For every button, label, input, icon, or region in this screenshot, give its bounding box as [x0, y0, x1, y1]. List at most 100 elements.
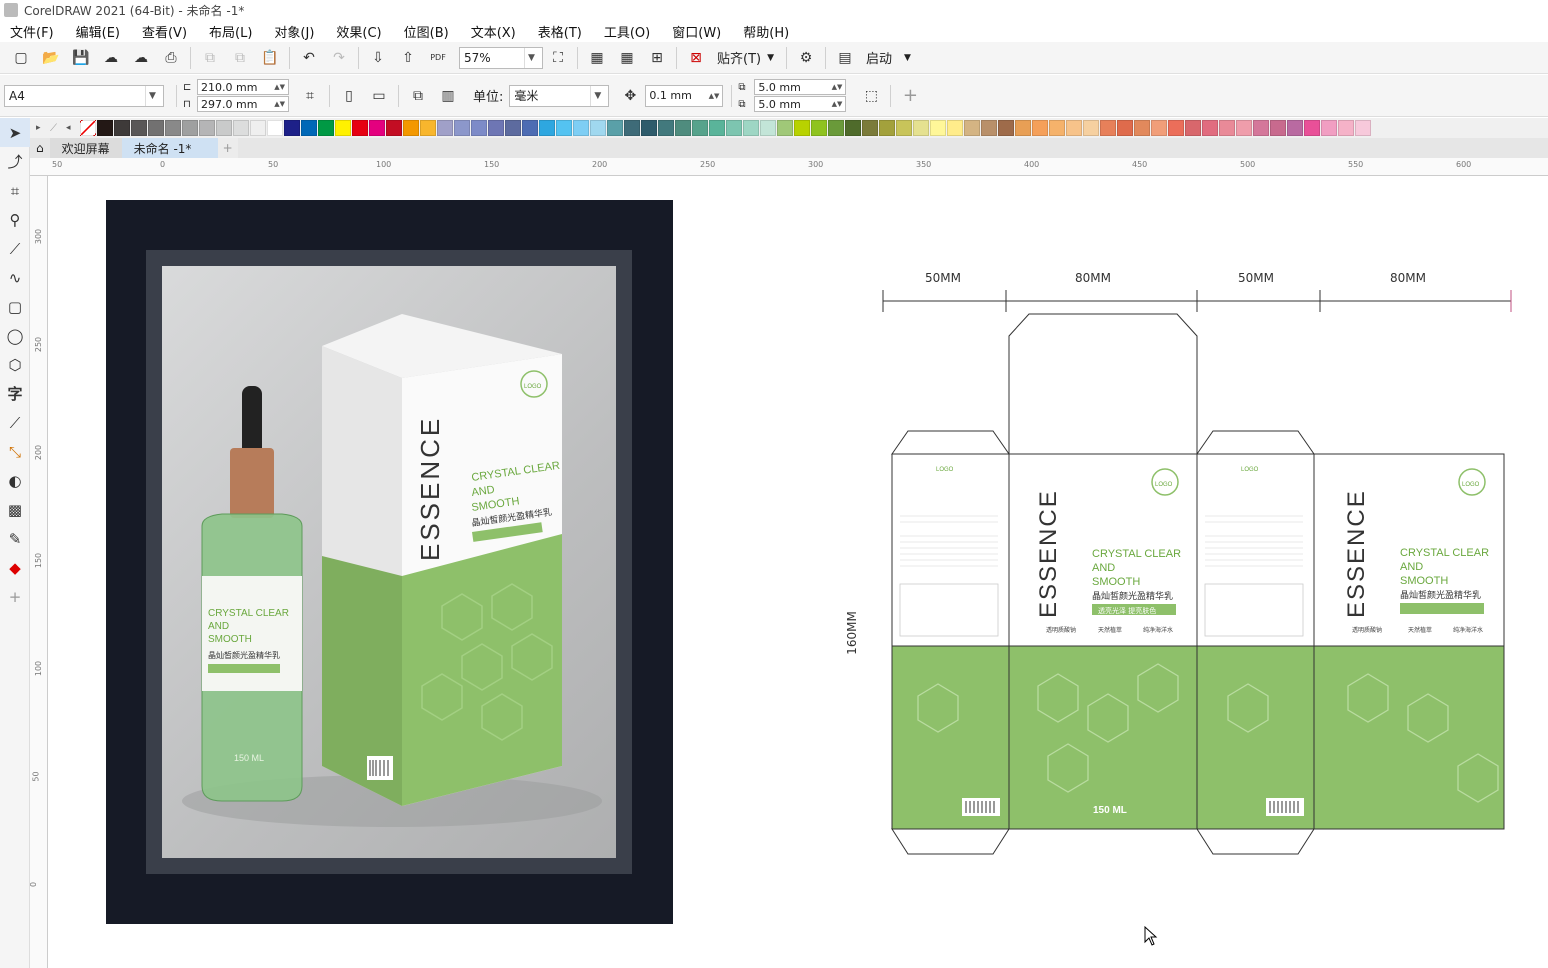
- parallel-dimension-icon[interactable]: ⟋: [0, 408, 30, 437]
- tab-document[interactable]: 未命名 -1*: [121, 138, 218, 158]
- rectangle-icon[interactable]: ▢: [0, 292, 30, 321]
- color-swatch[interactable]: [403, 120, 419, 136]
- launch-dropdown[interactable]: 启动: [866, 48, 892, 67]
- color-swatch[interactable]: [165, 120, 181, 136]
- page-size-combo[interactable]: A4 ▼: [4, 84, 164, 107]
- spinner-icon[interactable]: ▲▼: [709, 92, 720, 100]
- menu-file[interactable]: 文件(F): [10, 22, 54, 41]
- color-swatch[interactable]: [505, 120, 521, 136]
- color-swatch[interactable]: [760, 120, 776, 136]
- menu-layout[interactable]: 布局(L): [209, 22, 252, 41]
- color-swatch[interactable]: [1134, 120, 1150, 136]
- color-swatch[interactable]: [947, 120, 963, 136]
- color-swatch[interactable]: [318, 120, 334, 136]
- color-swatch[interactable]: [777, 120, 793, 136]
- portrait-icon[interactable]: ▯: [338, 85, 360, 107]
- menu-window[interactable]: 窗口(W): [672, 22, 721, 41]
- mockup-frame[interactable]: ESSENCE CRYSTAL CLEAR AND SMOOTH 晶灿皙颜光盈精…: [106, 200, 673, 924]
- color-swatch[interactable]: [590, 120, 606, 136]
- show-guidelines-icon[interactable]: ⊞: [646, 47, 668, 69]
- crop-icon[interactable]: ⌗: [0, 176, 30, 205]
- color-swatch[interactable]: [794, 120, 810, 136]
- color-swatch[interactable]: [1355, 120, 1371, 136]
- color-swatch[interactable]: [199, 120, 215, 136]
- color-swatch[interactable]: [454, 120, 470, 136]
- interactive-fill-icon[interactable]: ◆: [0, 553, 30, 582]
- horizontal-ruler[interactable]: 50 0 50 100 150 200 250 300 350 400 450 500 550 600: [30, 158, 1548, 176]
- chevron-down-icon[interactable]: ▼: [145, 85, 159, 106]
- color-swatch[interactable]: [148, 120, 164, 136]
- duplicate-x-field[interactable]: 5.0 mm ▲▼: [754, 79, 847, 95]
- apply-all-pages-icon[interactable]: ⧉: [407, 85, 429, 107]
- duplicate-y-field[interactable]: 5.0 mm ▲▼: [754, 96, 847, 112]
- snap-off-icon[interactable]: ⊠: [685, 47, 707, 69]
- artistic-media-icon[interactable]: ∿: [0, 263, 30, 292]
- color-swatch[interactable]: [114, 120, 130, 136]
- color-swatch[interactable]: [471, 120, 487, 136]
- color-swatch[interactable]: [1032, 120, 1048, 136]
- menu-edit[interactable]: 编辑(E): [76, 22, 120, 41]
- color-swatch[interactable]: [607, 120, 623, 136]
- color-swatch[interactable]: [1100, 120, 1116, 136]
- home-icon[interactable]: ⌂: [30, 138, 50, 158]
- polygon-icon[interactable]: ⬡: [0, 350, 30, 379]
- menu-text[interactable]: 文本(X): [471, 22, 516, 41]
- all-pages-icon[interactable]: ⌗: [299, 85, 321, 107]
- color-swatch[interactable]: [658, 120, 674, 136]
- color-swatch[interactable]: [998, 120, 1014, 136]
- drawing-canvas[interactable]: ESSENCE CRYSTAL CLEAR AND SMOOTH 晶灿皙颜光盈精…: [48, 176, 1548, 968]
- color-swatch[interactable]: [1168, 120, 1184, 136]
- tab-welcome[interactable]: 欢迎屏幕: [49, 138, 122, 158]
- color-swatch[interactable]: [1185, 120, 1201, 136]
- color-swatch[interactable]: [709, 120, 725, 136]
- color-swatch[interactable]: [641, 120, 657, 136]
- color-swatch[interactable]: [675, 120, 691, 136]
- pick-icon[interactable]: ➤: [0, 118, 30, 147]
- color-swatch[interactable]: [862, 120, 878, 136]
- color-swatch[interactable]: [556, 120, 572, 136]
- units-combo[interactable]: 毫米 ▼: [509, 84, 610, 107]
- color-swatch[interactable]: [539, 120, 555, 136]
- color-swatch[interactable]: [811, 120, 827, 136]
- options-gear-icon[interactable]: ⚙: [795, 47, 817, 69]
- color-swatch[interactable]: [1321, 120, 1337, 136]
- zoom-level-combo[interactable]: 57% ▼: [459, 46, 543, 69]
- export-icon[interactable]: ⇧: [397, 47, 419, 69]
- color-swatch[interactable]: [386, 120, 402, 136]
- save-icon[interactable]: 💾: [70, 47, 92, 69]
- color-swatch[interactable]: [1117, 120, 1133, 136]
- chevron-down-icon[interactable]: ▼: [590, 85, 604, 106]
- color-swatch[interactable]: [352, 120, 368, 136]
- product-mockup-image[interactable]: ESSENCE CRYSTAL CLEAR AND SMOOTH 晶灿皙颜光盈精…: [162, 266, 616, 858]
- color-swatch[interactable]: [420, 120, 436, 136]
- color-swatch[interactable]: [233, 120, 249, 136]
- new-document-icon[interactable]: ▢: [10, 47, 32, 69]
- color-swatch[interactable]: [488, 120, 504, 136]
- connector-icon[interactable]: ⤡: [0, 437, 30, 466]
- freehand-icon[interactable]: ⟋: [0, 234, 30, 263]
- color-swatch[interactable]: [437, 120, 453, 136]
- color-swatch[interactable]: [182, 120, 198, 136]
- vertical-ruler[interactable]: 300 250 200 150 100 50 0: [30, 176, 48, 968]
- color-swatch[interactable]: [1083, 120, 1099, 136]
- color-swatch[interactable]: [267, 120, 283, 136]
- color-swatch[interactable]: [1236, 120, 1252, 136]
- color-swatch[interactable]: [301, 120, 317, 136]
- color-swatch[interactable]: [726, 120, 742, 136]
- menu-tools[interactable]: 工具(O): [604, 22, 650, 41]
- chevron-down-icon[interactable]: ▼: [767, 53, 774, 63]
- color-swatch[interactable]: [828, 120, 844, 136]
- color-swatch[interactable]: [1066, 120, 1082, 136]
- launch-icon[interactable]: ▤: [834, 47, 856, 69]
- color-swatch[interactable]: [981, 120, 997, 136]
- text-icon[interactable]: 字: [0, 379, 30, 408]
- menu-table[interactable]: 表格(T): [538, 22, 582, 41]
- add-icon[interactable]: +: [0, 582, 30, 611]
- treat-as-filled-icon[interactable]: ⬚: [860, 85, 882, 107]
- color-swatch[interactable]: [896, 120, 912, 136]
- eyedropper-icon[interactable]: ✎: [0, 524, 30, 553]
- import-icon[interactable]: ⇩: [367, 47, 389, 69]
- nudge-distance-field[interactable]: 0.1 mm ▲▼: [645, 84, 724, 107]
- color-swatch[interactable]: [250, 120, 266, 136]
- menu-object[interactable]: 对象(J): [274, 22, 314, 41]
